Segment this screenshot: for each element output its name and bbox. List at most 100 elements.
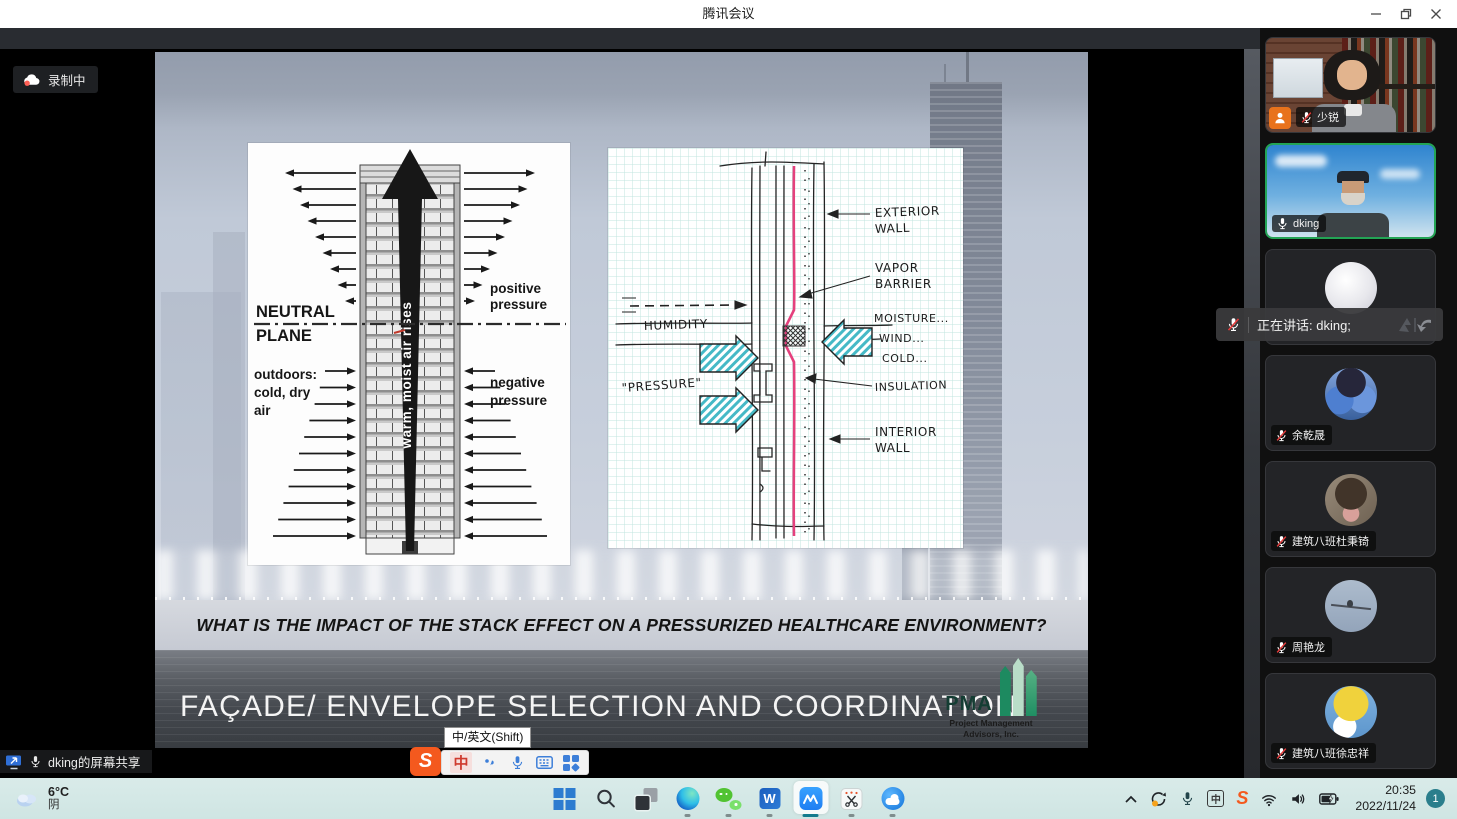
notification-count-badge[interactable]: 1: [1426, 789, 1445, 808]
slide-question-band: WHAT IS THE IMPACT OF THE STACK EFFECT O…: [155, 600, 1088, 650]
weather-condition: 阴: [48, 799, 69, 812]
sidebar-resize-handle[interactable]: [1244, 49, 1260, 778]
mic-muted-icon: [1226, 317, 1241, 332]
taskbar-search-button[interactable]: [585, 778, 626, 819]
mic-icon: [1276, 217, 1289, 230]
participant-avatar: [1325, 686, 1377, 738]
taskbar-wechat-button[interactable]: [708, 778, 749, 819]
mic-muted-icon: [1275, 429, 1288, 442]
windows-logo-icon: [554, 788, 576, 810]
reaction-icons[interactable]: [1395, 315, 1435, 335]
host-badge-icon: [1269, 107, 1291, 129]
exterior-wall-label: EXTERIOR: [875, 204, 940, 220]
participant-avatar: [1325, 368, 1377, 420]
word-icon: W: [759, 788, 780, 809]
share-banner-label: dking的屏幕共享: [48, 752, 140, 771]
participant-avatar: [1325, 474, 1377, 526]
svg-text:PLANE: PLANE: [256, 327, 312, 345]
task-view-icon: [636, 788, 658, 810]
mic-muted-icon: [1300, 111, 1313, 124]
participant-avatar: [1325, 262, 1377, 314]
moisture-label: MOISTURE...: [874, 312, 949, 325]
humidity-label: HUMIDITY: [644, 317, 708, 333]
windows-taskbar: 6°C 阴 W: [0, 778, 1457, 819]
outdoors-label: outdoors:: [254, 367, 317, 382]
taskbar-qq-browser-button[interactable]: [872, 778, 913, 819]
svg-text:WIND...: WIND...: [879, 332, 925, 345]
weather-widget[interactable]: 6°C 阴: [14, 778, 69, 819]
speaking-toast: 正在讲话: dking;: [1216, 308, 1443, 341]
chevron-up-icon: [1124, 794, 1138, 804]
participant-tile[interactable]: 建筑八班徐忠祥: [1265, 673, 1436, 769]
pma-text-line1: Project Management: [949, 718, 1032, 729]
snipping-tool-icon: [841, 788, 863, 810]
neutral-plane-label: NEUTRAL: [256, 303, 335, 321]
taskbar-tencent-meeting-button[interactable]: [790, 778, 831, 819]
ime-voice-icon[interactable]: [508, 754, 526, 772]
participant-name-badge: 少锐: [1296, 107, 1346, 127]
ime-mode-toggle[interactable]: 中: [450, 752, 472, 773]
positive-pressure-label: positive: [490, 281, 542, 296]
negative-pressure-label: negative: [490, 375, 545, 390]
minimize-button[interactable]: [1361, 0, 1391, 28]
ime-punctuation-icon[interactable]: [481, 754, 499, 772]
tray-sync-icon[interactable]: [1144, 778, 1174, 819]
tray-battery-icon[interactable]: [1313, 778, 1345, 819]
clock-date: 2022/11/24: [1355, 799, 1416, 815]
ime-keyboard-icon[interactable]: [535, 754, 553, 772]
svg-text:WALL: WALL: [875, 221, 911, 236]
window-title: 腾讯会议: [0, 0, 1457, 28]
taskbar-start-button[interactable]: [544, 778, 585, 819]
ime-toolbox-icon[interactable]: [562, 754, 580, 772]
pma-logo: PMA Project Management Advisors, Inc.: [916, 658, 1066, 739]
taskbar-snipping-tool-button[interactable]: [831, 778, 872, 819]
svg-text:COLD...: COLD...: [882, 352, 928, 365]
svg-text:BARRIER: BARRIER: [875, 277, 932, 291]
participant-name-badge: 建筑八班杜秉锜: [1271, 531, 1376, 551]
cloud-recording-icon: [22, 72, 41, 88]
participant-tile[interactable]: 余乾晟: [1265, 355, 1436, 451]
participants-panel: 少锐 dking 余乾晟 建筑八班杜秉锜 周艳龙: [1260, 28, 1457, 778]
weather-cloud-icon: [14, 790, 40, 808]
close-button[interactable]: [1421, 0, 1451, 28]
slide-footer-band: FAÇADE/ ENVELOPE SELECTION AND COORDINAT…: [155, 650, 1088, 748]
tray-clock[interactable]: 20:35 2022/11/24: [1345, 783, 1424, 815]
tray-volume-icon[interactable]: [1284, 778, 1313, 819]
participant-name-badge: 周艳龙: [1271, 637, 1332, 657]
participant-name-badge: 建筑八班徐忠祥: [1271, 743, 1376, 763]
participant-tile[interactable]: 建筑八班杜秉锜: [1265, 461, 1436, 557]
edge-icon: [676, 787, 699, 810]
screen-share-stage: 录制中: [0, 49, 1244, 778]
recording-label: 录制中: [48, 70, 86, 89]
participant-video: [1266, 38, 1435, 132]
taskbar-task-view-button[interactable]: [626, 778, 667, 819]
screen-preview-inset: [1273, 58, 1323, 98]
window-titlebar: 腾讯会议: [0, 0, 1457, 28]
screen-share-banner: dking的屏幕共享: [0, 750, 152, 773]
taskbar-word-button[interactable]: W: [749, 778, 790, 819]
svg-text:cold, dry: cold, dry: [254, 385, 311, 400]
tray-wifi-icon[interactable]: [1254, 778, 1284, 819]
speaking-toast-text: 正在讲话: dking;: [1257, 315, 1395, 334]
sogou-logo[interactable]: S: [410, 747, 441, 776]
tray-sogou-icon[interactable]: S: [1230, 778, 1254, 819]
tray-mic-icon[interactable]: [1174, 778, 1201, 819]
tencent-meeting-icon: [799, 787, 822, 810]
participant-tile-speaking[interactable]: dking: [1265, 143, 1436, 239]
participant-tile[interactable]: 周艳龙: [1265, 567, 1436, 663]
slide-question: WHAT IS THE IMPACT OF THE STACK EFFECT O…: [155, 600, 1088, 650]
slide-footer-title: FAÇADE/ ENVELOPE SELECTION AND COORDINAT…: [180, 690, 1018, 724]
qq-browser-icon: [881, 787, 904, 810]
tray-show-hidden-icons[interactable]: [1118, 778, 1144, 819]
participant-name-badge: 余乾晟: [1271, 425, 1332, 445]
recording-badge[interactable]: 录制中: [13, 66, 98, 93]
wall-section-sketch: EXTERIOR WALL VAPOR BARRIER MOISTURE... …: [608, 148, 963, 548]
participant-tile[interactable]: 少锐: [1265, 37, 1436, 133]
restore-button[interactable]: [1391, 0, 1421, 28]
presentation-slide: warm, moist air rises positive pressure …: [155, 52, 1088, 748]
taskbar-edge-button[interactable]: [667, 778, 708, 819]
vapor-barrier-label: VAPOR: [875, 261, 919, 275]
tray-ime-indicator[interactable]: 中: [1201, 778, 1230, 819]
interior-wall-label: INTERIOR: [875, 425, 937, 439]
svg-text:air: air: [254, 403, 271, 418]
